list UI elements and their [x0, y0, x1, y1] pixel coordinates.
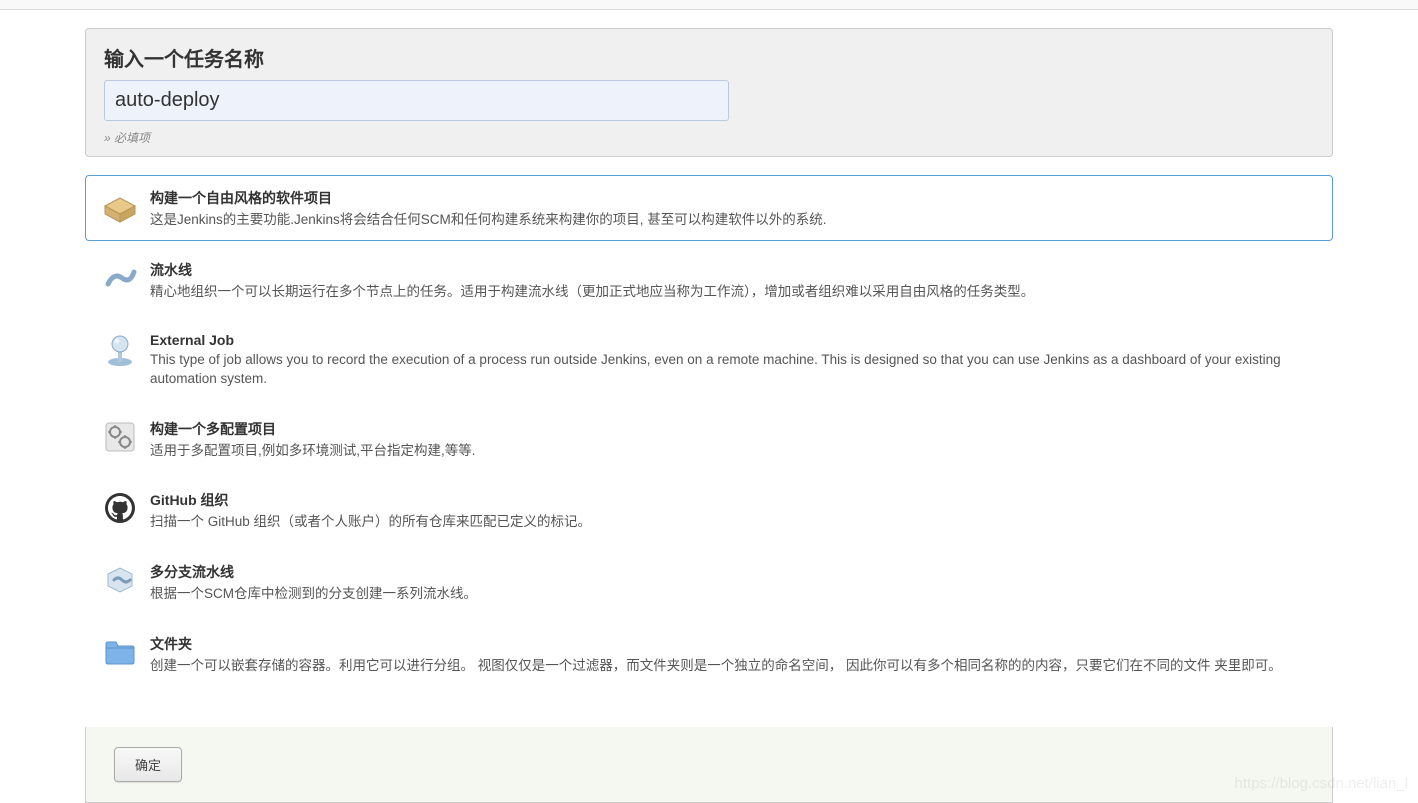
type-title: 文件夹 — [150, 634, 1318, 654]
type-title: 构建一个多配置项目 — [150, 419, 1318, 439]
type-option-multiconfig[interactable]: 构建一个多配置项目 适用于多配置项目,例如多环境测试,平台指定构建,等等. — [85, 406, 1333, 472]
type-option-multibranch[interactable]: 多分支流水线 根据一个SCM仓库中检测到的分支创建一系列流水线。 — [85, 549, 1333, 615]
type-desc: 创建一个可以嵌套存储的容器。利用它可以进行分组。 视图仅仅是一个过滤器，而文件夹… — [150, 657, 1318, 676]
github-icon — [100, 488, 140, 528]
required-hint: » 必填项 — [104, 129, 1314, 146]
type-text: 多分支流水线 根据一个SCM仓库中检测到的分支创建一系列流水线。 — [150, 560, 1318, 604]
external-job-icon — [100, 330, 140, 370]
pipeline-icon — [100, 258, 140, 298]
multibranch-icon — [100, 560, 140, 600]
item-name-input[interactable] — [104, 80, 729, 121]
type-option-pipeline[interactable]: 流水线 精心地组织一个可以长期运行在多个节点上的任务。适用于构建流水线（更加正式… — [85, 247, 1333, 313]
type-text: 流水线 精心地组织一个可以长期运行在多个节点上的任务。适用于构建流水线（更加正式… — [150, 258, 1318, 302]
footer-bar: 确定 — [85, 727, 1333, 803]
type-desc: 精心地组织一个可以长期运行在多个节点上的任务。适用于构建流水线（更加正式地应当称… — [150, 283, 1318, 302]
type-desc: 扫描一个 GitHub 组织（或者个人账户）的所有仓库来匹配已定义的标记。 — [150, 513, 1318, 532]
folder-icon — [100, 632, 140, 672]
type-desc: 这是Jenkins的主要功能.Jenkins将会结合任何SCM和任何构建系统来构… — [150, 211, 1318, 230]
type-title: 多分支流水线 — [150, 562, 1318, 582]
type-option-folder[interactable]: 文件夹 创建一个可以嵌套存储的容器。利用它可以进行分组。 视图仅仅是一个过滤器，… — [85, 621, 1333, 687]
page-title: 输入一个任务名称 — [104, 43, 1314, 72]
type-text: 文件夹 创建一个可以嵌套存储的容器。利用它可以进行分组。 视图仅仅是一个过滤器，… — [150, 632, 1318, 676]
watermark: https://blog.csdn.net/lian_l — [1235, 775, 1408, 792]
type-text: External Job This type of job allows you… — [150, 330, 1318, 389]
top-bar — [0, 0, 1418, 10]
type-title: 构建一个自由风格的软件项目 — [150, 188, 1318, 208]
type-title: External Job — [150, 332, 1318, 348]
main-container: 输入一个任务名称 » 必填项 构建一个自由风格的软件项目 这是Jenkins的主… — [0, 10, 1418, 803]
type-option-github-org[interactable]: GitHub 组织 扫描一个 GitHub 组织（或者个人账户）的所有仓库来匹配… — [85, 477, 1333, 543]
type-text: 构建一个多配置项目 适用于多配置项目,例如多环境测试,平台指定构建,等等. — [150, 417, 1318, 461]
type-desc: 适用于多配置项目,例如多环境测试,平台指定构建,等等. — [150, 442, 1318, 461]
type-title: GitHub 组织 — [150, 490, 1318, 510]
header-section: 输入一个任务名称 » 必填项 — [85, 28, 1333, 157]
multiconfig-icon — [100, 417, 140, 457]
type-option-freestyle[interactable]: 构建一个自由风格的软件项目 这是Jenkins的主要功能.Jenkins将会结合… — [85, 175, 1333, 241]
job-type-list: 构建一个自由风格的软件项目 这是Jenkins的主要功能.Jenkins将会结合… — [85, 175, 1333, 707]
type-desc: 根据一个SCM仓库中检测到的分支创建一系列流水线。 — [150, 585, 1318, 604]
ok-button[interactable]: 确定 — [114, 747, 182, 782]
type-text: GitHub 组织 扫描一个 GitHub 组织（或者个人账户）的所有仓库来匹配… — [150, 488, 1318, 532]
type-desc: This type of job allows you to record th… — [150, 351, 1318, 389]
freestyle-icon — [100, 186, 140, 226]
type-option-external[interactable]: External Job This type of job allows you… — [85, 319, 1333, 400]
type-title: 流水线 — [150, 260, 1318, 280]
type-text: 构建一个自由风格的软件项目 这是Jenkins的主要功能.Jenkins将会结合… — [150, 186, 1318, 230]
